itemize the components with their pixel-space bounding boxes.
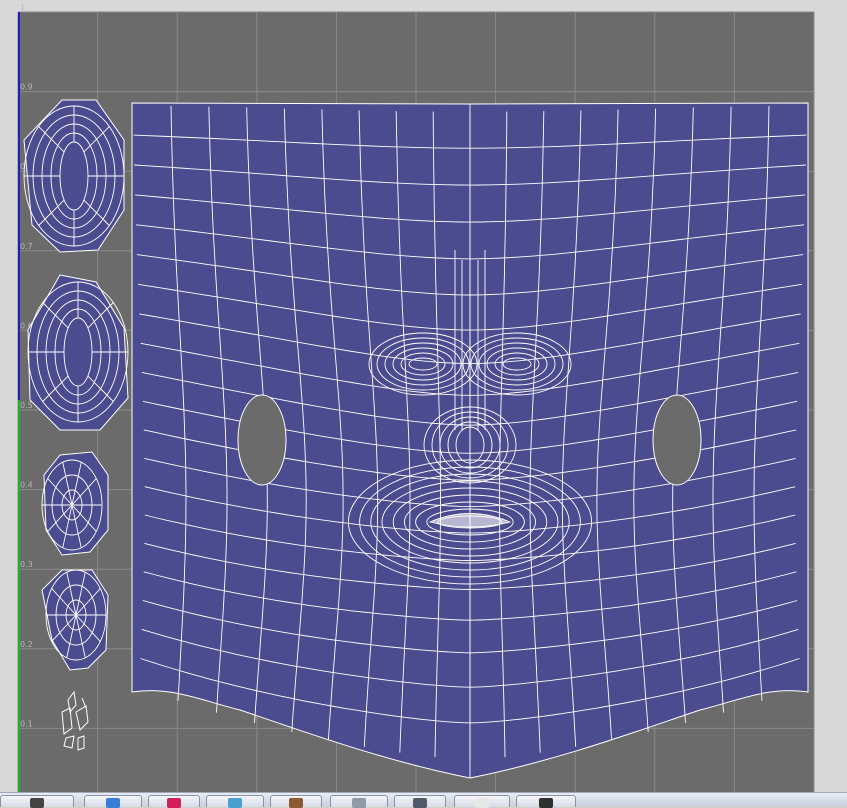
taskbar-clapper-icon [30,798,44,808]
taskbar-rss-icon [413,798,427,808]
taskbar-terminal-button[interactable] [516,795,576,808]
axis-label: 0.1 [20,719,33,728]
taskbar-app-red-button[interactable] [148,795,200,808]
taskbar-app-red-icon [167,798,181,808]
taskbar-disk-icon [352,798,366,808]
taskbar [0,792,847,808]
taskbar-film-icon [289,798,303,808]
uv-canvas[interactable]: 10.90.80.70.60.50.40.30.20.1 [0,0,847,792]
taskbar-terminal-icon [539,798,553,808]
axis-label: 0.5 [20,401,33,410]
taskbar-network-button[interactable] [206,795,264,808]
axis-label: 0.7 [20,242,33,251]
taskbar-info-button[interactable] [454,795,510,808]
ear-hole-left [237,394,287,486]
axis-label: 0.9 [20,83,33,92]
axis-label: 0.3 [20,560,33,569]
taskbar-film-button[interactable] [270,795,322,808]
taskbar-info-icon [475,798,489,808]
taskbar-disk-button[interactable] [330,795,388,808]
face-shell[interactable] [131,102,809,779]
taskbar-folder-button[interactable] [84,795,142,808]
taskbar-folder-icon [106,798,120,808]
axis-label: 0.2 [20,640,33,649]
ear-shell-left[interactable] [41,451,109,556]
taskbar-rss-button[interactable] [394,795,446,808]
ear-hole-right [652,394,702,486]
taskbar-clapper-button[interactable] [0,795,74,808]
taskbar-network-icon [228,798,242,808]
axis-label: 0.4 [20,481,33,490]
uv-texture-editor-viewport[interactable]: 10.90.80.70.60.50.40.30.20.1 [0,0,847,792]
axis-label: 1 [20,3,25,12]
